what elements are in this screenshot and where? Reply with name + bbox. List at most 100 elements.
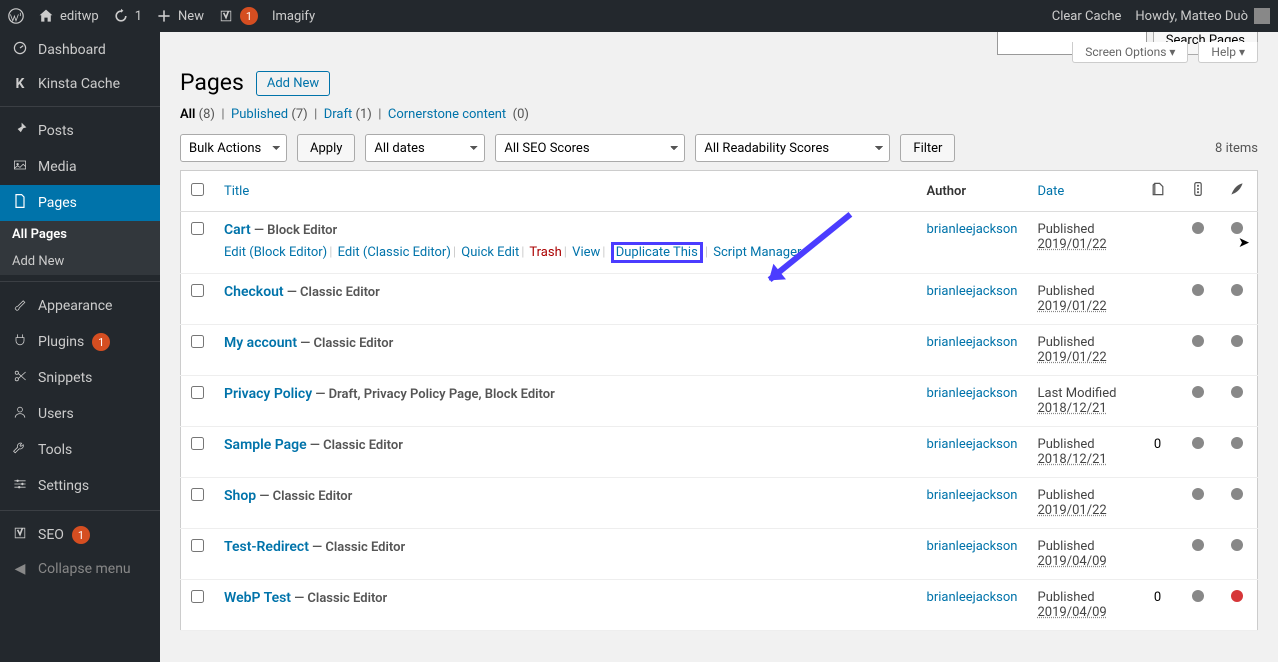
- row-title-link[interactable]: Privacy Policy: [224, 386, 312, 402]
- seo-filter[interactable]: All SEO Scores: [495, 134, 685, 162]
- brush-icon: [10, 296, 30, 316]
- apply-button[interactable]: Apply: [297, 134, 355, 162]
- page-icon: [10, 193, 30, 213]
- post-state: — Classic Editor: [307, 438, 403, 453]
- author-link[interactable]: brianleejackson: [927, 437, 1018, 452]
- menu-tools[interactable]: Tools: [0, 432, 160, 468]
- screen-options-button[interactable]: Screen Options ▾: [1072, 42, 1188, 63]
- row-title-link[interactable]: Cart: [224, 222, 251, 238]
- row-title-link[interactable]: Checkout: [224, 284, 284, 300]
- post-state: — Classic Editor: [256, 489, 352, 504]
- menu-snippets[interactable]: Snippets: [0, 360, 160, 396]
- author-link[interactable]: brianleejackson: [927, 386, 1018, 401]
- row-title-link[interactable]: Sample Page: [224, 437, 307, 453]
- date-value: 2019/04/09: [1038, 554, 1107, 569]
- filter-button[interactable]: Filter: [900, 134, 955, 162]
- readability-filter[interactable]: All Readability Scores: [695, 134, 890, 162]
- col-c1: [1138, 325, 1178, 376]
- author-link[interactable]: brianleejackson: [927, 284, 1018, 299]
- author-link[interactable]: brianleejackson: [927, 335, 1018, 350]
- seo-dot: [1192, 488, 1204, 500]
- help-button[interactable]: Help ▾: [1198, 42, 1258, 63]
- submenu-all-pages[interactable]: All Pages: [0, 221, 160, 248]
- row-title-link[interactable]: Test-Redirect: [224, 539, 309, 555]
- view-filters: All (8) | Published (7) | Draft (1) | Co…: [180, 107, 1258, 122]
- author-link[interactable]: brianleejackson: [927, 222, 1018, 237]
- submenu-add-new[interactable]: Add New: [0, 248, 160, 275]
- row-checkbox[interactable]: [191, 488, 204, 501]
- readability-dot: [1231, 590, 1243, 602]
- col-title[interactable]: Title: [214, 171, 917, 212]
- row-checkbox[interactable]: [191, 437, 204, 450]
- duplicate-link[interactable]: Duplicate This: [616, 245, 698, 260]
- row-title-link[interactable]: My account: [224, 335, 297, 351]
- sliders-icon: [10, 476, 30, 496]
- pages-table: Title Author Date Cart — Block Editor Ed…: [180, 170, 1258, 631]
- date-label: Published: [1038, 590, 1095, 605]
- readability-dot: [1231, 335, 1243, 347]
- admin-sidebar: Dashboard KKinsta Cache Posts Media Page…: [0, 32, 160, 662]
- script-manager-link[interactable]: Script Manager: [713, 245, 801, 260]
- col-traffic-icon: [1178, 171, 1218, 212]
- site-link[interactable]: editwp: [38, 8, 99, 24]
- date-value: 2019/04/09: [1038, 605, 1107, 620]
- select-all-checkbox[interactable]: [191, 183, 204, 196]
- row-checkbox[interactable]: [191, 539, 204, 552]
- menu-seo[interactable]: SEO 1: [0, 517, 160, 553]
- view-all[interactable]: All: [180, 107, 195, 122]
- view-cornerstone[interactable]: Cornerstone content: [388, 107, 506, 122]
- row-checkbox[interactable]: [191, 222, 204, 235]
- menu-appearance[interactable]: Appearance: [0, 288, 160, 324]
- edit-block-link[interactable]: Edit (Block Editor): [224, 245, 327, 260]
- menu-settings[interactable]: Settings: [0, 468, 160, 504]
- menu-users[interactable]: Users: [0, 396, 160, 432]
- menu-plugins[interactable]: Plugins 1: [0, 324, 160, 360]
- view-draft[interactable]: Draft: [324, 107, 353, 122]
- dates-filter[interactable]: All dates: [365, 134, 485, 162]
- view-link[interactable]: View: [572, 245, 600, 260]
- add-new-button[interactable]: Add New: [256, 71, 330, 96]
- menu-dashboard[interactable]: Dashboard: [0, 32, 160, 68]
- menu-media[interactable]: Media: [0, 149, 160, 185]
- view-published[interactable]: Published: [231, 107, 288, 122]
- edit-classic-link[interactable]: Edit (Classic Editor): [338, 245, 451, 260]
- row-checkbox[interactable]: [191, 386, 204, 399]
- author-link[interactable]: brianleejackson: [927, 539, 1018, 554]
- account-link[interactable]: Howdy, Matteo Duò: [1135, 8, 1270, 24]
- row-title-link[interactable]: Shop: [224, 488, 256, 504]
- new-link[interactable]: New: [156, 8, 204, 24]
- row-checkbox[interactable]: [191, 335, 204, 348]
- updates-link[interactable]: 1: [113, 8, 142, 24]
- readability-dot: [1231, 539, 1243, 551]
- seo-dot: [1192, 437, 1204, 449]
- col-feather-icon: [1218, 171, 1258, 212]
- col-c1: [1138, 376, 1178, 427]
- date-label: Published: [1038, 284, 1095, 299]
- trash-link[interactable]: Trash: [529, 245, 561, 260]
- collapse-menu[interactable]: ◀Collapse menu: [0, 553, 160, 585]
- date-label: Published: [1038, 437, 1095, 452]
- imagify-link[interactable]: Imagify: [272, 9, 315, 24]
- date-value: 2018/12/21: [1038, 401, 1107, 416]
- yoast-link[interactable]: 1: [218, 7, 258, 25]
- menu-pages[interactable]: Pages: [0, 185, 160, 221]
- author-link[interactable]: brianleejackson: [927, 590, 1018, 605]
- wrench-icon: [10, 440, 30, 460]
- menu-posts[interactable]: Posts: [0, 113, 160, 149]
- clear-cache-link[interactable]: Clear Cache: [1052, 9, 1122, 24]
- quick-edit-link[interactable]: Quick Edit: [461, 245, 519, 260]
- author-link[interactable]: brianleejackson: [927, 488, 1018, 503]
- col-c1: [1138, 478, 1178, 529]
- row-checkbox[interactable]: [191, 590, 204, 603]
- content-area: Screen Options ▾ Help ▾ Pages Add New Se…: [160, 32, 1278, 662]
- wp-logo[interactable]: [8, 8, 24, 24]
- menu-kinsta[interactable]: KKinsta Cache: [0, 68, 160, 100]
- table-row: My account — Classic Editor brianleejack…: [181, 325, 1258, 376]
- col-date[interactable]: Date: [1028, 171, 1138, 212]
- row-checkbox[interactable]: [191, 284, 204, 297]
- table-row: WebP Test — Classic Editor brianleejacks…: [181, 580, 1258, 631]
- row-title-link[interactable]: WebP Test: [224, 590, 291, 606]
- bulk-actions-select[interactable]: Bulk Actions: [180, 134, 287, 162]
- page-title: Pages: [180, 69, 244, 96]
- seo-badge: 1: [72, 526, 90, 544]
